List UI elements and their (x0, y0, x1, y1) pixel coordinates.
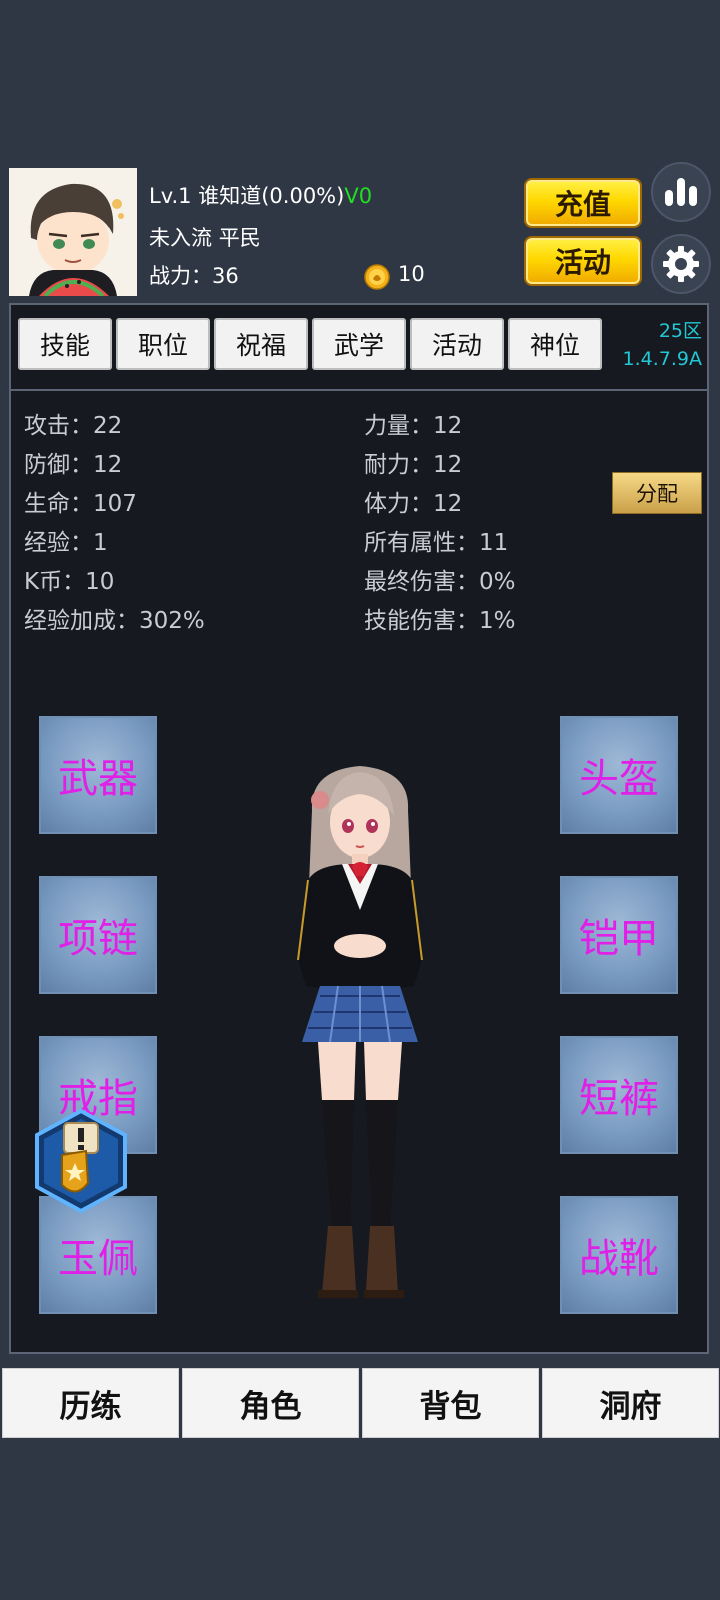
slot-shorts[interactable]: 短裤 (560, 1036, 678, 1154)
vip-level: V0 (344, 184, 373, 208)
coin-icon (364, 264, 390, 290)
stat-strength: 力量：12 (364, 413, 463, 439)
stat-hp: 生命：107 (24, 491, 137, 517)
stat-attack: 攻击：22 (24, 413, 123, 439)
player-rank: 平民 (218, 226, 261, 250)
coin-count: 10 (398, 262, 425, 286)
allocate-points-button[interactable]: 分配 (612, 472, 702, 514)
gear-icon (663, 246, 699, 282)
nav-training[interactable]: 历练 (2, 1368, 179, 1438)
settings-button[interactable] (651, 234, 711, 294)
leaderboard-button[interactable] (651, 162, 711, 222)
stat-all-attributes: 所有属性：11 (364, 530, 509, 556)
tab-skills[interactable]: 技能 (18, 318, 112, 370)
player-level-name: Lv.1 谁知道(0.00%)V0 (149, 180, 372, 210)
recharge-button[interactable]: 充值 (524, 178, 642, 228)
combat-power: 战力：36 (149, 260, 239, 290)
combat-power-label: 战力： (149, 264, 212, 288)
stat-endurance: 耐力：12 (364, 452, 463, 478)
server-info: 25区 1.4.7.9A (623, 317, 702, 373)
nav-character[interactable]: 角色 (182, 1368, 359, 1438)
quest-badge-icon[interactable] (30, 1107, 132, 1215)
game-version: 1.4.7.9A (622, 348, 702, 370)
tab-position[interactable]: 职位 (116, 318, 210, 370)
bar-chart-icon (665, 178, 697, 206)
player-sect: 未入流 (149, 226, 212, 250)
slot-armor[interactable]: 铠甲 (560, 876, 678, 994)
nav-inventory[interactable]: 背包 (362, 1368, 539, 1438)
nav-cave-dwelling[interactable]: 洞府 (542, 1368, 719, 1438)
slot-weapon[interactable]: 武器 (39, 716, 157, 834)
slot-helmet[interactable]: 头盔 (560, 716, 678, 834)
slot-necklace[interactable]: 项链 (39, 876, 157, 994)
stat-exp: 经验：1 (24, 530, 108, 556)
stat-exp-bonus: 经验加成：302% (24, 608, 205, 634)
slot-boots[interactable]: 战靴 (560, 1196, 678, 1314)
server-zone: 25区 (658, 320, 702, 342)
event-button[interactable]: 活动 (524, 236, 642, 286)
stat-final-damage: 最终伤害：0% (364, 569, 516, 595)
tab-martial-arts[interactable]: 武学 (312, 318, 406, 370)
combat-power-value: 36 (212, 264, 239, 288)
tab-divine-rank[interactable]: 神位 (508, 318, 602, 370)
player-level: Lv.1 (149, 184, 192, 208)
character-model (272, 760, 448, 1330)
player-avatar[interactable] (9, 168, 137, 296)
stat-k-coins: K币：10 (24, 569, 115, 595)
player-title: 未入流 平民 (149, 222, 261, 252)
stat-defense: 防御：12 (24, 452, 123, 478)
tab-blessing[interactable]: 祝福 (214, 318, 308, 370)
stat-skill-damage: 技能伤害：1% (364, 608, 516, 634)
tab-activity[interactable]: 活动 (410, 318, 504, 370)
player-name: 谁知道(0.00%) (198, 184, 345, 208)
stat-stamina: 体力：12 (364, 491, 463, 517)
